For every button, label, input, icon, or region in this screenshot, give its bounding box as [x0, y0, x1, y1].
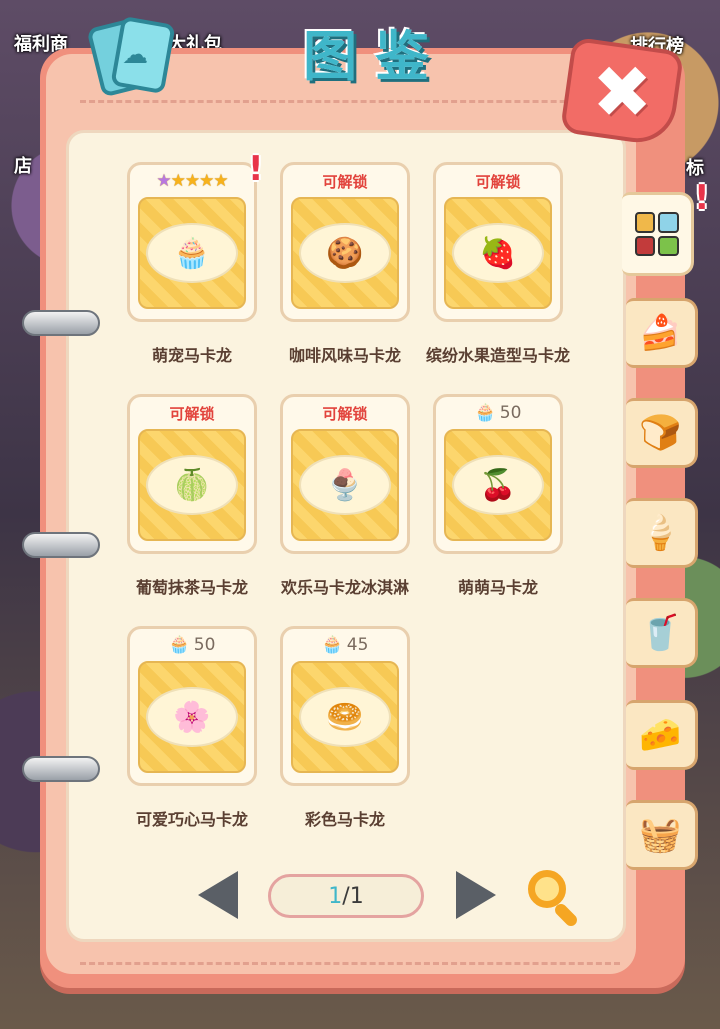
category-drink-icon: 🥤: [639, 613, 682, 653]
collection-card[interactable]: 🧁 50 🍒: [433, 394, 563, 554]
category-grid-icon: [634, 212, 679, 256]
collection-cards-icon: ☁: [86, 15, 176, 98]
unlockable-label: 可解锁: [322, 173, 368, 191]
dessert-name: 可爱巧心马卡龙: [135, 810, 248, 829]
unlock-cost: 🧁 50: [436, 403, 560, 425]
tab-category-basket[interactable]: 🧺: [626, 800, 698, 870]
page-total: 1: [349, 883, 364, 909]
dessert-icon: 🍈: [146, 455, 238, 515]
tab-category-icecream[interactable]: 🍦: [626, 498, 698, 568]
unlock-cost: 🧁 50: [130, 635, 254, 657]
binder-ring-icon: [22, 756, 100, 782]
dessert-name: 萌萌马卡龙: [457, 578, 538, 597]
bg-label-mark: 标: [686, 158, 704, 179]
new-alert-icon: !: [248, 149, 264, 189]
arrow-right-icon: [456, 871, 496, 919]
collection-card[interactable]: 可解锁 🍓: [433, 162, 563, 322]
collection-card[interactable]: 🧁 45 🥯: [280, 626, 410, 786]
dessert-name: 萌宠马卡龙: [151, 346, 232, 365]
page-current: 1: [328, 883, 343, 909]
dessert-name: 欢乐马卡龙冰淇淋: [280, 578, 409, 597]
cost-value: 50: [193, 635, 216, 655]
cost-value: 45: [346, 635, 369, 655]
tab-category-all[interactable]: [622, 192, 694, 276]
page-title: 图鉴: [303, 25, 447, 88]
category-basket-icon: 🧺: [639, 815, 682, 855]
stitch-line-top: [80, 100, 620, 103]
page-indicator: 1 / 1: [268, 874, 424, 918]
dessert-image: 🍒: [444, 429, 552, 541]
unlockable-label: 可解锁: [169, 405, 215, 423]
dessert-image: 🍪: [291, 197, 399, 309]
dessert-image: 🍨: [291, 429, 399, 541]
page-separator: /: [342, 883, 350, 909]
cupcake-coin-icon: 🧁: [321, 635, 343, 655]
search-button[interactable]: [524, 866, 582, 929]
dessert-image: 🌸: [138, 661, 246, 773]
dessert-image: 🍓: [444, 197, 552, 309]
unlock-cost: 🧁 45: [283, 635, 407, 657]
binder-ring-icon: [22, 532, 100, 558]
cost-value: 50: [499, 403, 522, 423]
cupcake-coin-icon: 🧁: [168, 635, 190, 655]
category-cake-icon: 🍰: [639, 313, 682, 353]
collection-card[interactable]: ★★★★★ 🧁!: [127, 149, 264, 322]
dessert-icon: 🌸: [146, 687, 238, 747]
tab-category-drink[interactable]: 🥤: [626, 598, 698, 668]
dessert-icon: 🍨: [299, 455, 391, 515]
dessert-image: 🍈: [138, 429, 246, 541]
dessert-icon: 🧁: [146, 223, 238, 283]
magnifier-icon: [528, 870, 566, 908]
bg-label-shop: 店: [14, 156, 32, 177]
tab-category-cake[interactable]: 🍰: [626, 298, 698, 368]
collection-card[interactable]: 可解锁 🍈: [127, 394, 257, 554]
prev-page-button[interactable]: [194, 870, 242, 920]
category-icecream-icon: 🍦: [639, 513, 682, 553]
tab-category-cheese[interactable]: 🧀: [626, 700, 698, 770]
dessert-image: 🧁: [138, 197, 246, 309]
dessert-name: 咖啡风味马卡龙: [288, 346, 401, 365]
dessert-name: 葡萄抹茶马卡龙: [135, 578, 248, 597]
collection-card[interactable]: 🧁 50 🌸: [127, 626, 257, 786]
tab-category-bread[interactable]: 🍞: [626, 398, 698, 468]
unlockable-label: 可解锁: [322, 405, 368, 423]
collection-card[interactable]: 可解锁 🍪: [280, 162, 410, 322]
unlockable-label: 可解锁: [475, 173, 521, 191]
collection-card[interactable]: 可解锁 🍨: [280, 394, 410, 554]
category-bread-icon: 🍞: [639, 413, 682, 453]
dessert-image: 🥯: [291, 661, 399, 773]
tab-alert-icon: !: [694, 178, 710, 218]
category-cheese-icon: 🧀: [639, 715, 682, 755]
dessert-icon: 🍓: [452, 223, 544, 283]
star-icon: ★★★★★: [156, 171, 228, 191]
dessert-name: 彩色马卡龙: [304, 810, 385, 829]
next-page-button[interactable]: [452, 870, 500, 920]
arrow-left-icon: [198, 871, 238, 919]
close-icon: ✖: [591, 49, 653, 134]
stitch-line-bottom: [80, 962, 620, 965]
dessert-icon: 🍪: [299, 223, 391, 283]
dessert-icon: 🍒: [452, 455, 544, 515]
star-rating: ★★★★★: [130, 171, 254, 193]
dessert-name: 缤纷水果造型马卡龙: [425, 346, 570, 365]
cupcake-coin-icon: 🧁: [474, 403, 496, 423]
binder-ring-icon: [22, 310, 100, 336]
dessert-icon: 🥯: [299, 687, 391, 747]
